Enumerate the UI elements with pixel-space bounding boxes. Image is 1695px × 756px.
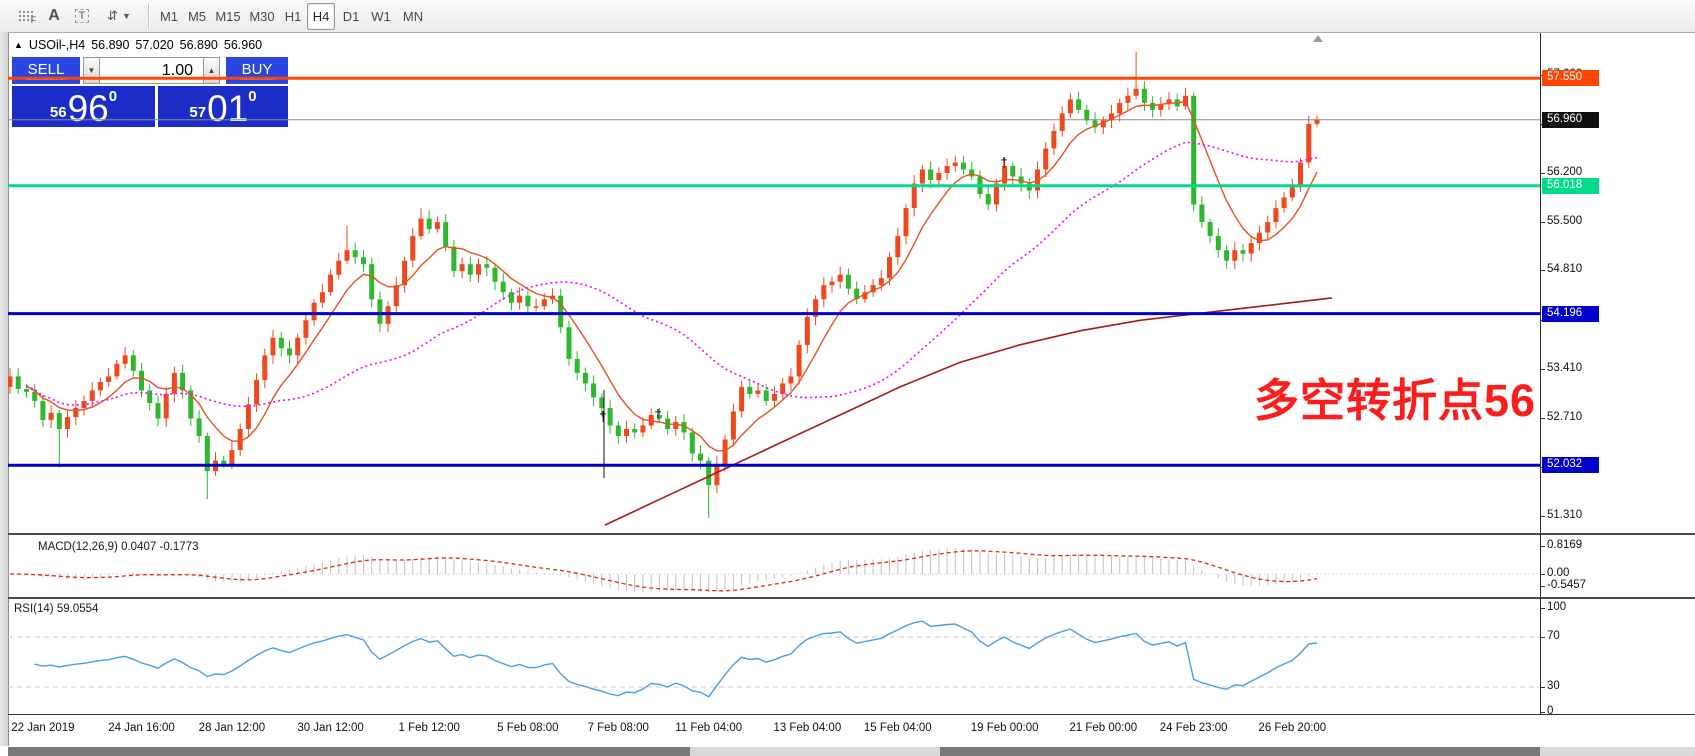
price-level-badge: 56.018 bbox=[1542, 178, 1599, 194]
chart-annotation-text: 多空转折点56 bbox=[1254, 364, 1536, 429]
axis-tick-mark bbox=[1540, 516, 1545, 517]
panel-separator[interactable] bbox=[8, 533, 1695, 535]
x-axis-line bbox=[8, 714, 1695, 715]
rsi-label: RSI(14) 59.0554 bbox=[14, 603, 98, 615]
time-axis-label: 19 Feb 00:00 bbox=[960, 722, 1050, 734]
scrollbar-track-right[interactable] bbox=[940, 747, 1540, 756]
time-axis-label: 24 Jan 16:00 bbox=[97, 722, 187, 734]
time-axis-label: 28 Jan 12:00 bbox=[187, 722, 277, 734]
objects-arrows-icon[interactable]: ⇵▼ bbox=[102, 4, 136, 28]
time-axis-label: 21 Feb 00:00 bbox=[1058, 722, 1148, 734]
axis-tick-mark bbox=[1540, 687, 1545, 688]
chart-shift-marker-icon bbox=[1313, 35, 1323, 42]
rsi-panel[interactable] bbox=[8, 599, 1540, 719]
time-axis-label: 13 Feb 04:00 bbox=[762, 722, 852, 734]
timeframe-W1[interactable]: W1 bbox=[365, 3, 397, 30]
time-axis-label: 30 Jan 12:00 bbox=[286, 722, 376, 734]
svg-text:†: † bbox=[1000, 154, 1008, 170]
macd-main-value: 0.0407 bbox=[121, 541, 156, 553]
rsi-scale-label: 70 bbox=[1547, 630, 1560, 642]
timeframe-M5[interactable]: M5 bbox=[183, 3, 211, 30]
axis-tick-mark bbox=[1540, 418, 1545, 419]
text-box-icon[interactable]: T bbox=[72, 4, 92, 28]
macd-scale-label: 0.00 bbox=[1547, 567, 1569, 579]
timeframe-H4[interactable]: H4 bbox=[307, 3, 335, 30]
toolbar-separator bbox=[148, 3, 150, 29]
main-price-chart[interactable]: † † † bbox=[8, 33, 1540, 538]
axis-tick-mark bbox=[1540, 222, 1545, 223]
scrollbar-track-left[interactable] bbox=[8, 747, 690, 756]
timeframe-D1[interactable]: D1 bbox=[337, 3, 365, 30]
grid-template-icon[interactable]: F bbox=[16, 4, 38, 28]
text-label-icon[interactable]: A bbox=[44, 4, 64, 28]
price-level-badge: 54.196 bbox=[1542, 306, 1599, 322]
price-tick-label: 52.710 bbox=[1547, 411, 1582, 423]
axis-tick-mark bbox=[1540, 574, 1545, 575]
time-axis-label: 7 Feb 08:00 bbox=[573, 722, 663, 734]
timeframe-M15[interactable]: M15 bbox=[211, 3, 245, 30]
axis-tick-mark bbox=[1540, 586, 1545, 587]
rsi-scale-label: 30 bbox=[1547, 680, 1560, 692]
price-axis-line bbox=[1540, 33, 1541, 714]
price-level-badge: 52.032 bbox=[1542, 457, 1599, 473]
rsi-scale-label: 0 bbox=[1547, 705, 1553, 717]
time-axis-label: 5 Feb 08:00 bbox=[483, 722, 573, 734]
chevron-down-icon: ▼ bbox=[122, 11, 131, 21]
toolbar: F A T ⇵▼ M1M5M15M30H1H4D1W1MN bbox=[0, 0, 1695, 33]
axis-tick-mark bbox=[1540, 546, 1545, 547]
price-level-badge: 57.550 bbox=[1542, 70, 1599, 86]
axis-tick-mark bbox=[1540, 637, 1545, 638]
price-tick-label: 53.410 bbox=[1547, 362, 1582, 374]
rsi-value: 59.0554 bbox=[57, 603, 99, 615]
macd-signal-value: -0.1773 bbox=[159, 541, 198, 553]
time-axis-label: 15 Feb 04:00 bbox=[853, 722, 943, 734]
axis-tick-mark bbox=[1540, 608, 1545, 609]
timeframe-MN[interactable]: MN bbox=[397, 3, 429, 30]
time-axis-label: 11 Feb 04:00 bbox=[664, 722, 754, 734]
time-axis-label: 1 Feb 12:00 bbox=[384, 722, 474, 734]
macd-scale-label: -0.5457 bbox=[1547, 579, 1586, 591]
axis-tick-mark bbox=[1540, 270, 1545, 271]
time-axis-label: 22 Jan 2019 bbox=[0, 722, 88, 734]
rsi-scale-label: 100 bbox=[1547, 601, 1566, 613]
svg-text:†: † bbox=[599, 408, 607, 424]
timeframe-M30[interactable]: M30 bbox=[245, 3, 279, 30]
price-level-badge: 56.960 bbox=[1542, 112, 1599, 128]
time-axis-label: 24 Feb 23:00 bbox=[1149, 722, 1239, 734]
price-tick-label: 51.310 bbox=[1547, 509, 1582, 521]
timeframe-M1[interactable]: M1 bbox=[155, 3, 183, 30]
axis-tick-mark bbox=[1540, 173, 1545, 174]
axis-tick-mark bbox=[1540, 712, 1545, 713]
price-tick-label: 56.200 bbox=[1547, 166, 1582, 178]
timeframe-H1[interactable]: H1 bbox=[279, 3, 307, 30]
time-axis-label: 26 Feb 20:00 bbox=[1247, 722, 1337, 734]
macd-panel[interactable] bbox=[8, 537, 1540, 602]
svg-text:†: † bbox=[654, 406, 662, 422]
macd-label: MACD(12,26,9) 0.0407 -0.1773 bbox=[38, 541, 199, 553]
price-tick-label: 54.810 bbox=[1547, 263, 1582, 275]
price-tick-label: 55.500 bbox=[1547, 215, 1582, 227]
axis-tick-mark bbox=[1540, 369, 1545, 370]
macd-scale-label: 0.8169 bbox=[1547, 539, 1582, 551]
